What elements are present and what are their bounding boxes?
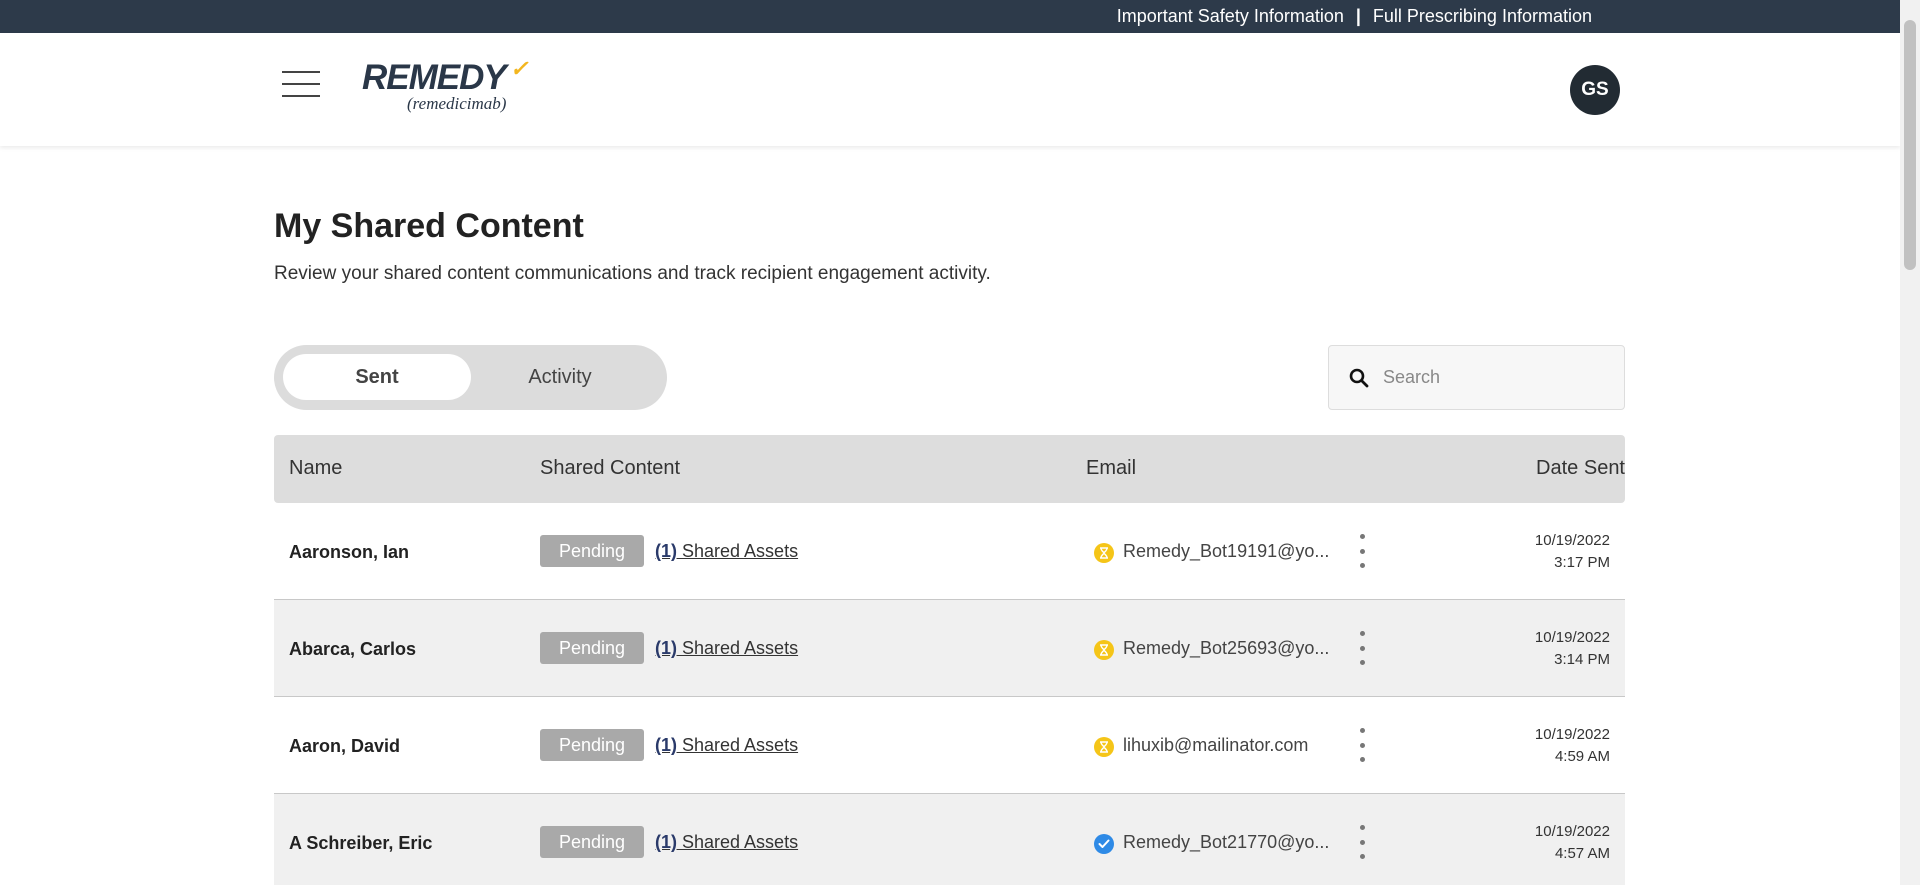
asset-label: Shared Assets [677, 638, 799, 658]
sent-time: 4:59 AM [1554, 748, 1610, 765]
hourglass-icon [1094, 543, 1114, 563]
recipient-name: Abarca, Carlos [289, 639, 417, 659]
sent-time: 3:14 PM [1554, 651, 1610, 668]
site-header: REMEDY ✓ (remedicimab) GS [0, 33, 1900, 146]
scrollbar-thumb[interactable] [1904, 20, 1916, 270]
sent-date: 10/19/2022 [1534, 629, 1610, 646]
column-header-date-sent[interactable]: Date Sent [1425, 457, 1625, 480]
search-icon [1349, 368, 1369, 388]
status-badge: Pending [540, 535, 644, 567]
recipient-name: Aaron, David [289, 736, 401, 756]
important-safety-info-link[interactable]: Important Safety Information [1117, 6, 1344, 27]
page-subtitle: Review your shared content communication… [274, 263, 991, 284]
sent-activity-toggle: Sent Activity [274, 345, 667, 410]
shared-assets-link[interactable]: (1) Shared Assets [655, 735, 798, 756]
logo-check-icon: ✓ [510, 56, 528, 81]
hamburger-menu-icon[interactable] [282, 71, 320, 97]
asset-count: (1) [655, 638, 677, 658]
recipient-email: lihuxib@mailinator.com [1123, 735, 1309, 755]
top-utility-bar: Important Safety Information | Full Pres… [0, 0, 1900, 33]
more-options-icon[interactable] [1356, 534, 1368, 568]
table-row[interactable]: Aaronson, Ian Pending (1) Shared Assets … [274, 503, 1625, 600]
checkmark-icon [1094, 834, 1114, 854]
status-badge: Pending [540, 826, 644, 858]
search-input[interactable] [1383, 367, 1613, 388]
sent-date: 10/19/2022 [1534, 823, 1610, 840]
date-sent: 10/19/2022 3:17 PM [1535, 530, 1610, 574]
column-header-shared-content[interactable]: Shared Content [540, 457, 680, 480]
column-header-name[interactable]: Name [289, 457, 342, 480]
more-options-icon[interactable] [1356, 631, 1368, 665]
asset-count: (1) [655, 541, 677, 561]
date-sent: 10/19/2022 4:57 AM [1535, 821, 1610, 865]
status-badge: Pending [540, 729, 644, 761]
page-scrollbar[interactable] [1900, 0, 1920, 885]
status-badge: Pending [540, 632, 644, 664]
hourglass-icon [1094, 640, 1114, 660]
sent-date: 10/19/2022 [1534, 726, 1610, 743]
sent-date: 10/19/2022 [1534, 532, 1610, 549]
asset-label: Shared Assets [677, 832, 799, 852]
page-title: My Shared Content [274, 207, 584, 245]
shared-content-table: Name Shared Content Email Date Sent Aaro… [274, 435, 1625, 885]
shared-assets-link[interactable]: (1) Shared Assets [655, 638, 798, 659]
asset-count: (1) [655, 735, 677, 755]
hourglass-icon [1094, 737, 1114, 757]
table-header: Name Shared Content Email Date Sent [274, 435, 1625, 503]
recipient-name: A Schreiber, Eric [289, 833, 433, 853]
sent-time: 4:57 AM [1554, 845, 1610, 862]
asset-label: Shared Assets [677, 541, 799, 561]
date-sent: 10/19/2022 3:14 PM [1535, 627, 1610, 671]
more-options-icon[interactable] [1356, 728, 1368, 762]
user-avatar[interactable]: GS [1570, 65, 1620, 115]
more-options-icon[interactable] [1356, 825, 1368, 859]
table-row[interactable]: Aaron, David Pending (1) Shared Assets l… [274, 697, 1625, 794]
logo-main-text: REMEDY [362, 58, 507, 97]
table-row[interactable]: A Schreiber, Eric Pending (1) Shared Ass… [274, 794, 1625, 885]
recipient-email: Remedy_Bot25693@yo... [1123, 638, 1330, 658]
sent-time: 3:17 PM [1554, 554, 1610, 571]
table-row[interactable]: Abarca, Carlos Pending (1) Shared Assets… [274, 600, 1625, 697]
date-sent: 10/19/2022 4:59 AM [1535, 724, 1610, 768]
search-box [1328, 345, 1625, 410]
tab-sent[interactable]: Sent [283, 354, 471, 400]
asset-count: (1) [655, 832, 677, 852]
tab-activity[interactable]: Activity [466, 354, 654, 400]
recipient-name: Aaronson, Ian [289, 542, 410, 562]
column-header-email[interactable]: Email [1086, 457, 1136, 480]
shared-assets-link[interactable]: (1) Shared Assets [655, 541, 798, 562]
full-prescribing-info-link[interactable]: Full Prescribing Information [1373, 6, 1592, 27]
column-header-date-sent-label: Date Sent [1536, 457, 1625, 479]
shared-assets-link[interactable]: (1) Shared Assets [655, 832, 798, 853]
asset-label: Shared Assets [677, 735, 799, 755]
remedy-logo[interactable]: REMEDY ✓ (remedicimab) [362, 56, 528, 122]
recipient-email: Remedy_Bot21770@yo... [1123, 832, 1330, 852]
recipient-email: Remedy_Bot19191@yo... [1123, 541, 1330, 561]
topbar-separator: | [1355, 6, 1361, 26]
